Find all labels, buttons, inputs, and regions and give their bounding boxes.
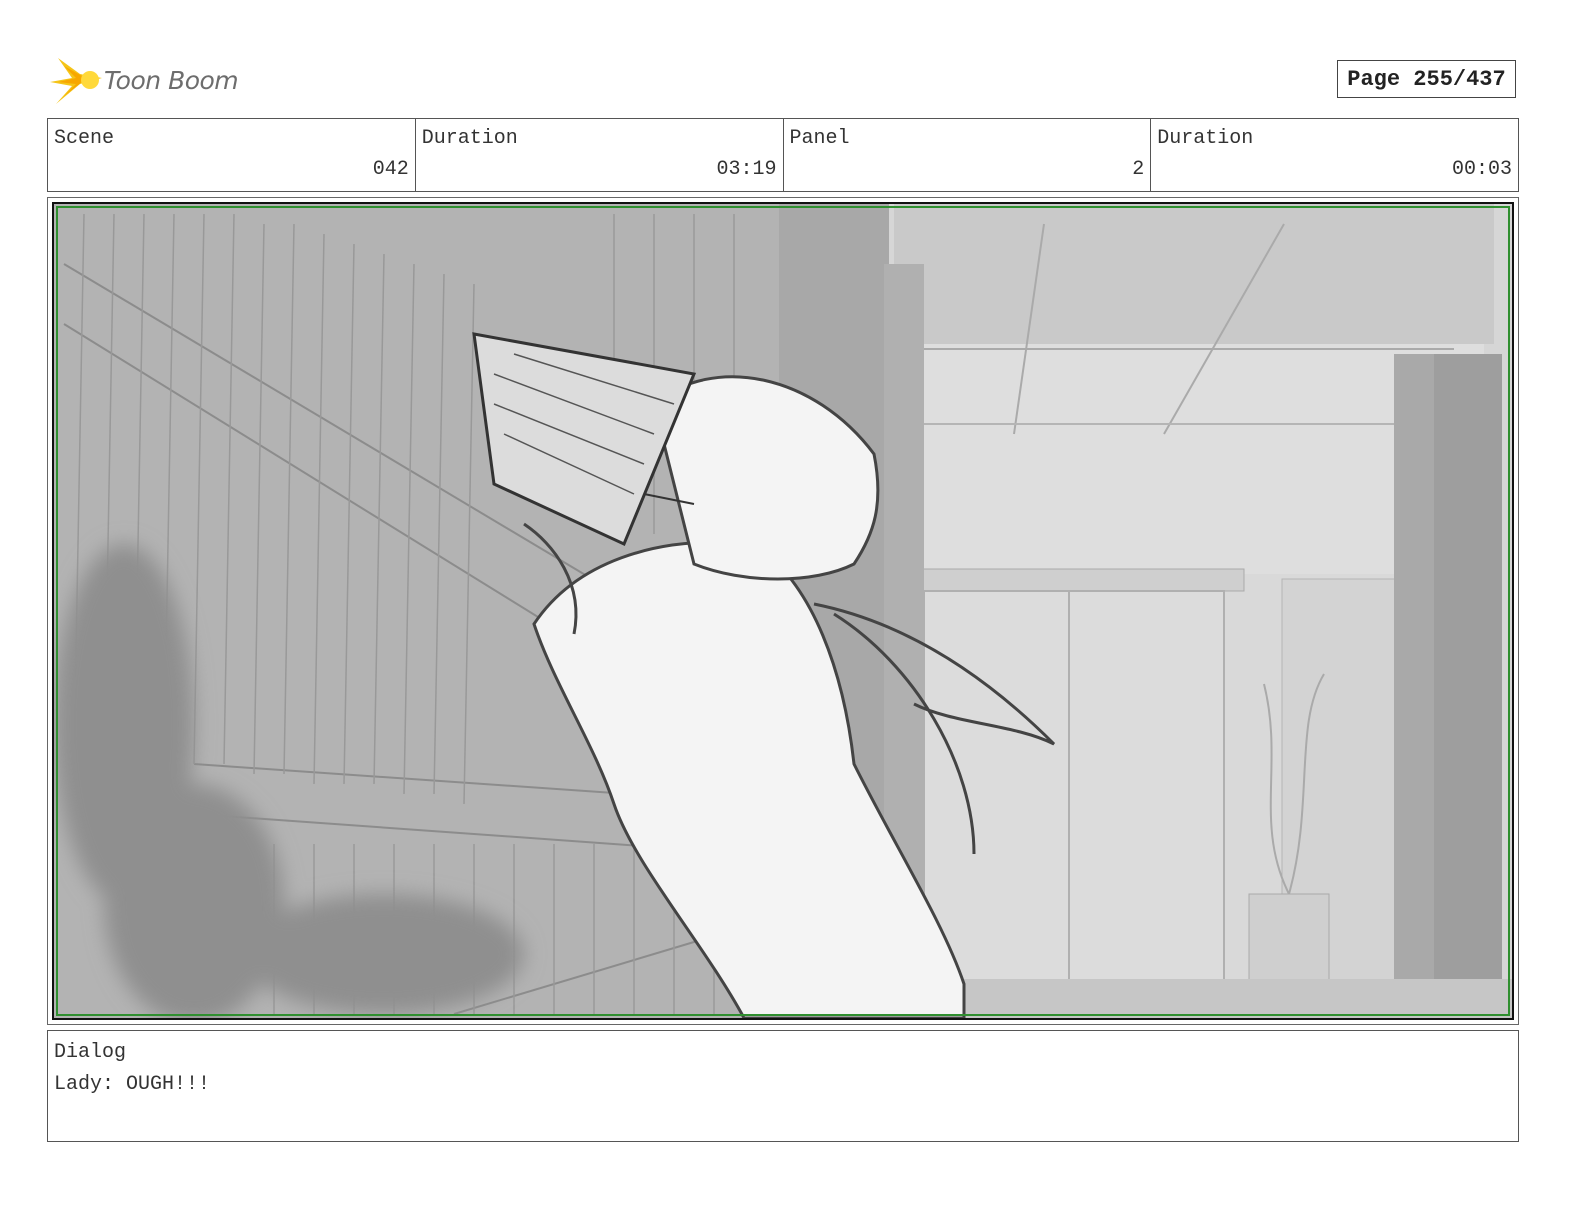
logo-text: Toon Boom (104, 66, 239, 95)
panel-info-row: Scene 042 Duration 03:19 Panel 2 Duratio… (47, 118, 1519, 192)
scene-duration-label: Duration (421, 127, 518, 150)
toon-boom-burst-icon (50, 58, 102, 104)
scene-value: 042 (372, 158, 409, 181)
panel-duration-cell: Duration 00:03 (1151, 119, 1518, 191)
scene-duration-value: 03:19 (716, 158, 777, 181)
storyboard-panel-image (52, 202, 1514, 1020)
dialog-label: Dialog (54, 1041, 127, 1064)
dialog-text: Lady: OUGH!!! (54, 1073, 211, 1096)
scene-cell: Scene 042 (48, 119, 416, 191)
panel-safe-border (56, 206, 1510, 1016)
panel-duration-value: 00:03 (1451, 158, 1512, 181)
toon-boom-logo: Toon Boom (50, 56, 250, 108)
panel-cell: Panel 2 (784, 119, 1152, 191)
scene-duration-cell: Duration 03:19 (416, 119, 784, 191)
panel-duration-label: Duration (1157, 127, 1254, 150)
panel-value: 2 (1132, 158, 1145, 181)
scene-label: Scene (54, 127, 115, 150)
page-number: Page 255/437 (1337, 60, 1516, 98)
panel-label: Panel (789, 127, 850, 150)
dialog-box: Dialog Lady: OUGH!!! (47, 1030, 1519, 1142)
